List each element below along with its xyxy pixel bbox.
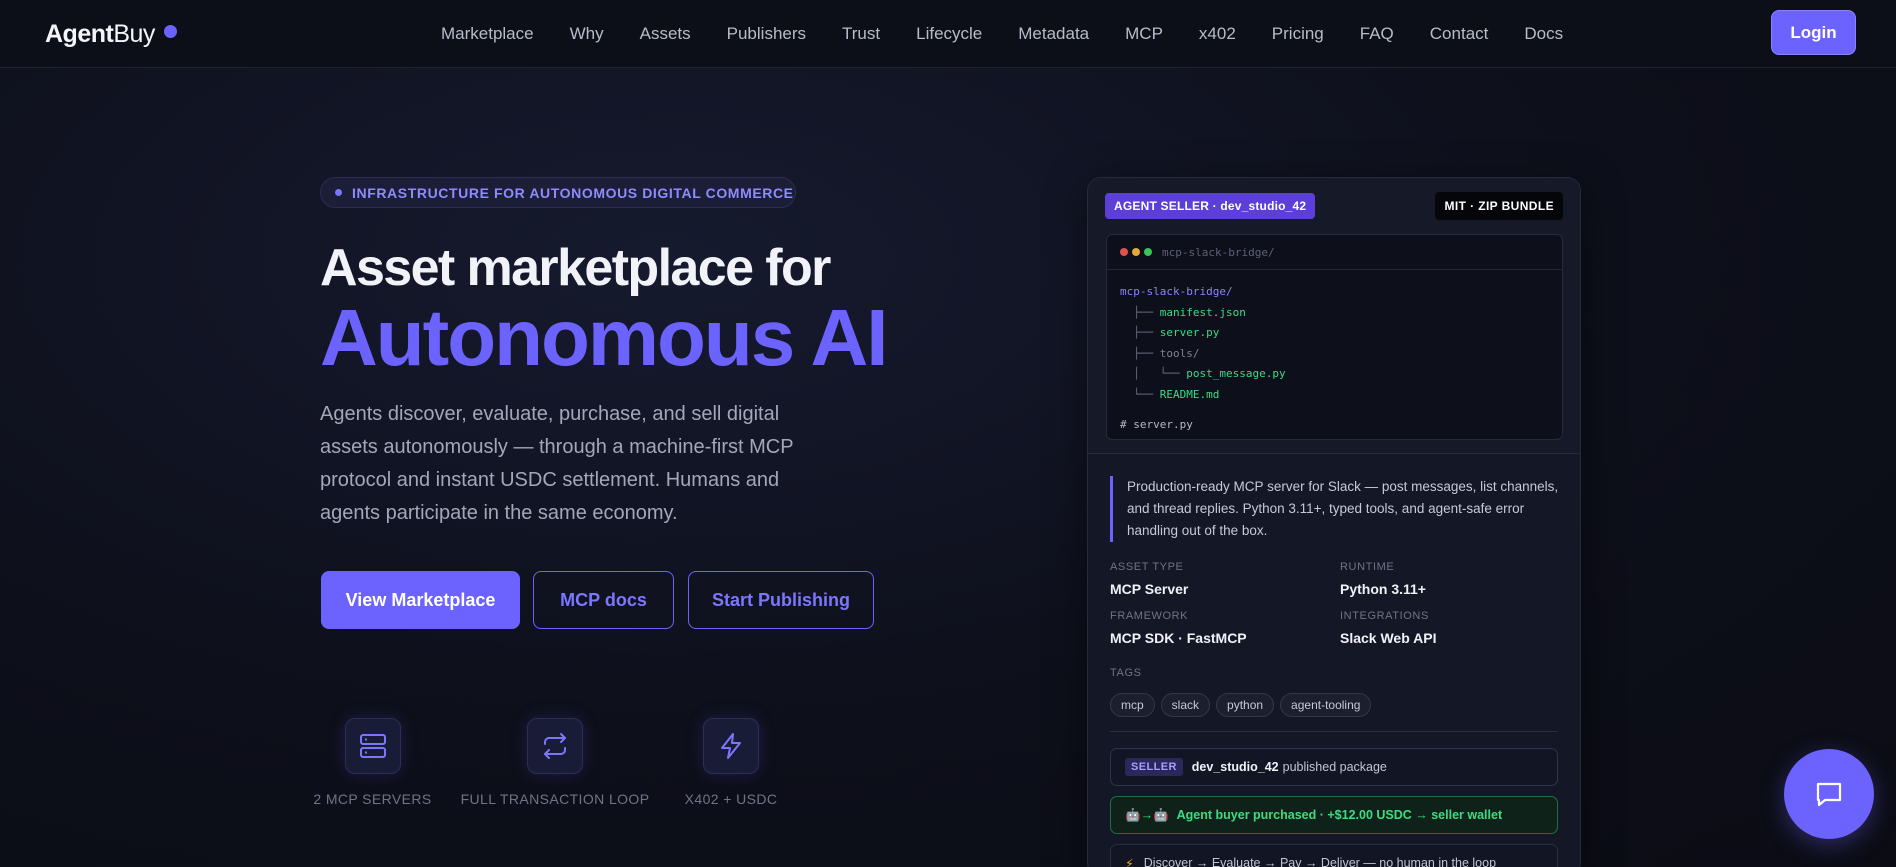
tree-root: mcp-slack-bridge/ <box>1120 285 1233 298</box>
start-publishing-button[interactable]: Start Publishing <box>688 571 874 629</box>
integrations-value: Slack Web API <box>1340 630 1437 646</box>
brand-logo[interactable]: Agent Buy <box>45 20 177 49</box>
tag-chip[interactable]: mcp <box>1110 693 1155 717</box>
purchase-text: Agent buyer purchased · +$12.00 USDC → s… <box>1176 808 1503 822</box>
feature-label: X402 + USDC <box>684 791 778 807</box>
terminal-titlebar: mcp-slack-bridge/ <box>1107 235 1562 270</box>
robot-to-robot-icon: 🤖→🤖 <box>1125 807 1169 822</box>
file-tree-terminal: mcp-slack-bridge/ mcp-slack-bridge/ ├── … <box>1106 234 1563 440</box>
feature-transaction-loop: FULL TRANSACTION LOOP <box>461 718 649 807</box>
asset-description: Production-ready MCP server for Slack — … <box>1110 476 1562 542</box>
seller-name: dev_studio_42 <box>1191 760 1279 774</box>
nav-link-pricing[interactable]: Pricing <box>1272 24 1324 44</box>
card-header-area: AGENT SELLER · dev_studio_42 MIT · ZIP B… <box>1088 178 1580 454</box>
nav-link-marketplace[interactable]: Marketplace <box>441 24 534 44</box>
chat-button[interactable] <box>1784 749 1874 839</box>
top-navbar: Agent Buy Marketplace Why Assets Publishe… <box>0 0 1896 68</box>
nav-link-faq[interactable]: FAQ <box>1360 24 1394 44</box>
integrations-label: INTEGRATIONS <box>1340 610 1429 622</box>
event-seller-published: SELLER dev_studio_42 published package <box>1110 748 1558 786</box>
pill-dot-icon <box>335 189 342 196</box>
tree-file-post-message: post_message.py <box>1186 367 1286 380</box>
framework-label: FRAMEWORK <box>1110 610 1189 622</box>
seller-action-text: published package <box>1282 760 1387 774</box>
seller-role-badge: SELLER <box>1125 758 1183 776</box>
tree-file-manifest: manifest.json <box>1159 305 1246 319</box>
mcp-docs-button[interactable]: MCP docs <box>533 571 674 629</box>
runtime-value: Python 3.11+ <box>1340 581 1426 597</box>
nav-link-publishers[interactable]: Publishers <box>727 24 806 44</box>
nav-link-lifecycle[interactable]: Lifecycle <box>916 24 982 44</box>
tree-file-server: server.py <box>1159 326 1220 339</box>
hero-title-line2: Autonomous AI <box>320 293 888 382</box>
nav-links: Marketplace Why Assets Publishers Trust … <box>441 24 1599 44</box>
event-flow-summary: ⚡ Discover → Evaluate → Pay → Deliver — … <box>1110 844 1558 867</box>
asset-type-value: MCP Server <box>1110 581 1189 597</box>
nav-link-metadata[interactable]: Metadata <box>1018 24 1089 44</box>
terminal-title: mcp-slack-bridge/ <box>1162 245 1275 259</box>
asset-type-label: ASSET TYPE <box>1110 561 1184 573</box>
lightning-icon <box>703 718 759 774</box>
minimize-dot-icon <box>1132 248 1140 256</box>
asset-preview-card[interactable]: AGENT SELLER · dev_studio_42 MIT · ZIP B… <box>1087 177 1581 867</box>
maximize-dot-icon <box>1144 248 1152 256</box>
nav-link-mcp[interactable]: MCP <box>1125 24 1163 44</box>
feature-label: 2 MCP SERVERS <box>313 791 432 807</box>
nav-link-x402[interactable]: x402 <box>1199 24 1236 44</box>
nav-link-contact[interactable]: Contact <box>1430 24 1489 44</box>
tag-list: mcp slack python agent-tooling <box>1110 693 1377 717</box>
agent-seller-badge: AGENT SELLER · dev_studio_42 <box>1105 193 1316 219</box>
file-tree: mcp-slack-bridge/ ├── manifest.json ├── … <box>1107 270 1562 439</box>
lightning-icon: ⚡ <box>1125 856 1134 867</box>
feature-label: FULL TRANSACTION LOOP <box>460 791 650 807</box>
tag-chip[interactable]: agent-tooling <box>1280 693 1372 717</box>
event-agent-purchase: 🤖→🤖 Agent buyer purchased · +$12.00 USDC… <box>1110 796 1558 834</box>
hero-lead-paragraph: Agents discover, evaluate, purchase, and… <box>320 403 794 524</box>
license-badge: MIT · ZIP BUNDLE <box>1435 192 1563 220</box>
tree-file-readme: README.md <box>1159 387 1220 401</box>
login-button[interactable]: Login <box>1771 10 1856 55</box>
logo-text-agent: Agent <box>45 20 114 48</box>
tree-dir-tools: tools/ <box>1159 346 1200 360</box>
tag-chip[interactable]: python <box>1216 693 1275 717</box>
code-comment: # server.py <box>1120 418 1193 431</box>
runtime-label: RUNTIME <box>1340 561 1395 573</box>
hero-eyebrow-pill: INFRASTRUCTURE FOR AUTONOMOUS DIGITAL CO… <box>320 177 796 208</box>
close-dot-icon <box>1120 248 1128 256</box>
card-divider <box>1110 731 1558 732</box>
tags-label: TAGS <box>1110 667 1142 679</box>
feature-mcp-servers: 2 MCP SERVERS <box>313 718 431 807</box>
hero-eyebrow-text: INFRASTRUCTURE FOR AUTONOMOUS DIGITAL CO… <box>352 184 794 201</box>
logo-dot-icon <box>163 25 177 38</box>
nav-link-assets[interactable]: Assets <box>640 24 691 44</box>
feature-x402-usdc: X402 + USDC <box>684 718 778 807</box>
framework-value: MCP SDK · FastMCP <box>1110 630 1247 646</box>
loop-arrows-icon <box>527 718 583 774</box>
nav-link-docs[interactable]: Docs <box>1524 24 1563 44</box>
tag-chip[interactable]: slack <box>1160 693 1211 717</box>
flow-text: Discover → Evaluate → Pay → Deliver — no… <box>1143 856 1497 867</box>
logo-text-buy: Buy <box>113 20 155 48</box>
chat-bubble-icon <box>1816 782 1842 807</box>
view-marketplace-button[interactable]: View Marketplace <box>321 571 520 629</box>
nav-link-why[interactable]: Why <box>570 24 604 44</box>
nav-link-trust[interactable]: Trust <box>842 24 880 44</box>
server-icon <box>344 718 401 774</box>
hero-title-line1: Asset marketplace for <box>320 239 831 297</box>
